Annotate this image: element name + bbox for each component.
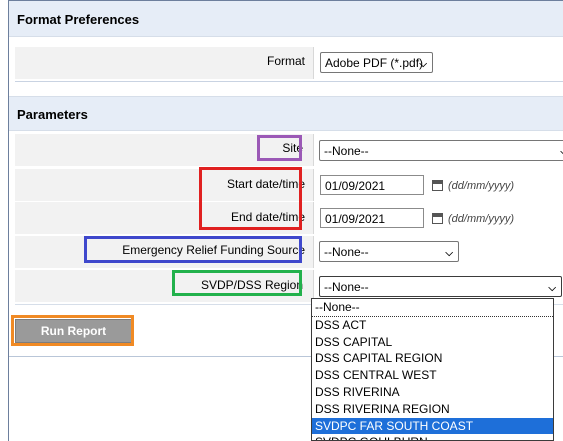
region-option[interactable]: DSS CENTRAL WEST	[312, 367, 553, 384]
format-value-cell: Adobe PDF (*.pdf) ⌵	[314, 47, 563, 79]
chevron-down-icon: ⌵	[548, 283, 556, 294]
site-select-value: --None--	[324, 144, 369, 158]
format-select[interactable]: Adobe PDF (*.pdf) ⌵	[320, 52, 433, 73]
end-date-format-hint: (dd/mm/yyyy)	[448, 213, 514, 225]
end-date-input[interactable]: 01/09/2021	[320, 208, 424, 228]
site-select[interactable]: --None-- ⌵	[319, 140, 563, 161]
format-select-value: Adobe PDF (*.pdf)	[325, 56, 424, 70]
region-option[interactable]: DSS RIVERINA REGION	[312, 401, 553, 418]
region-option[interactable]: DSS CAPITAL	[312, 334, 553, 351]
region-option[interactable]: DSS ACT	[312, 317, 553, 334]
funding-highlight-box	[84, 236, 302, 263]
region-option[interactable]: DSS RIVERINA	[312, 384, 553, 401]
funding-value-cell: --None-- ⌵	[314, 236, 563, 268]
funding-select-value: --None--	[324, 245, 369, 259]
funding-source-select[interactable]: --None-- ⌵	[319, 241, 459, 262]
parameters-header: Parameters	[9, 96, 563, 131]
divider	[15, 81, 563, 82]
start-date-format-hint: (dd/mm/yyyy)	[448, 180, 514, 192]
chevron-down-icon: ⌵	[445, 248, 453, 259]
region-option[interactable]: DSS CAPITAL REGION	[312, 350, 553, 367]
format-row: Format Adobe PDF (*.pdf) ⌵	[15, 47, 563, 79]
chevron-down-icon: ⌵	[419, 59, 427, 70]
calendar-icon[interactable]	[432, 213, 443, 224]
format-label-cell: Format	[15, 47, 314, 79]
region-select-value: --None--	[324, 280, 369, 294]
format-preferences-title: Format Preferences	[17, 12, 140, 27]
run-highlight-box	[11, 315, 134, 346]
format-label: Format	[266, 54, 305, 68]
region-option[interactable]: SVDPC GOULBURN	[312, 434, 553, 440]
end-date-value-cell: 01/09/2021 (dd/mm/yyyy)	[314, 202, 563, 234]
start-date-input[interactable]: 01/09/2021	[320, 175, 424, 195]
region-option[interactable]: SVDPC FAR SOUTH COAST	[312, 417, 553, 435]
site-highlight-box	[257, 135, 302, 161]
start-date-value-cell: 01/09/2021 (dd/mm/yyyy)	[314, 169, 563, 201]
calendar-icon[interactable]	[432, 180, 443, 191]
site-value-cell: --None-- ⌵	[314, 134, 563, 166]
date-highlight-box	[199, 167, 302, 230]
region-select[interactable]: --None-- ⌵	[319, 276, 562, 297]
region-option[interactable]: --None--	[312, 299, 553, 317]
region-highlight-box	[172, 270, 302, 296]
format-preferences-header: Format Preferences	[9, 1, 563, 37]
region-dropdown-list[interactable]: --None-- DSS ACT DSS CAPITAL DSS CAPITAL RE…	[311, 298, 554, 441]
parameters-title: Parameters	[17, 107, 88, 122]
